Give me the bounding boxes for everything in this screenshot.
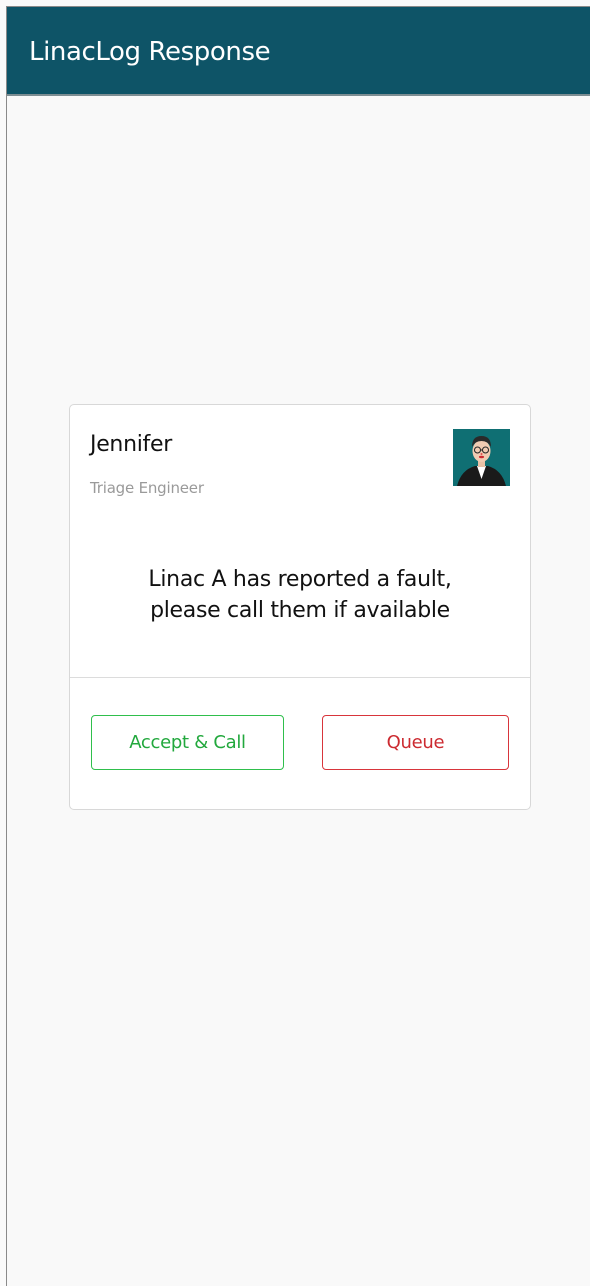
queue-button[interactable]: Queue: [322, 715, 509, 770]
card-divider: [70, 677, 530, 678]
contact-name: Jennifer: [90, 432, 172, 457]
avatar: [453, 429, 510, 486]
app-title: LinacLog Response: [29, 37, 271, 67]
app-header: LinacLog Response: [7, 7, 590, 96]
app-window: LinacLog Response Jennifer Triage Engine…: [6, 6, 590, 1286]
fault-message: Linac A has reported a fault, please cal…: [70, 564, 530, 626]
fault-message-line-2: please call them if available: [150, 598, 450, 623]
notification-card: Jennifer Triage Engineer Linac A has rep…: [69, 404, 531, 810]
profile-photo-icon: [453, 429, 510, 486]
contact-role: Triage Engineer: [90, 479, 204, 497]
accept-and-call-button[interactable]: Accept & Call: [91, 715, 284, 770]
fault-message-line-1: Linac A has reported a fault,: [148, 567, 452, 592]
